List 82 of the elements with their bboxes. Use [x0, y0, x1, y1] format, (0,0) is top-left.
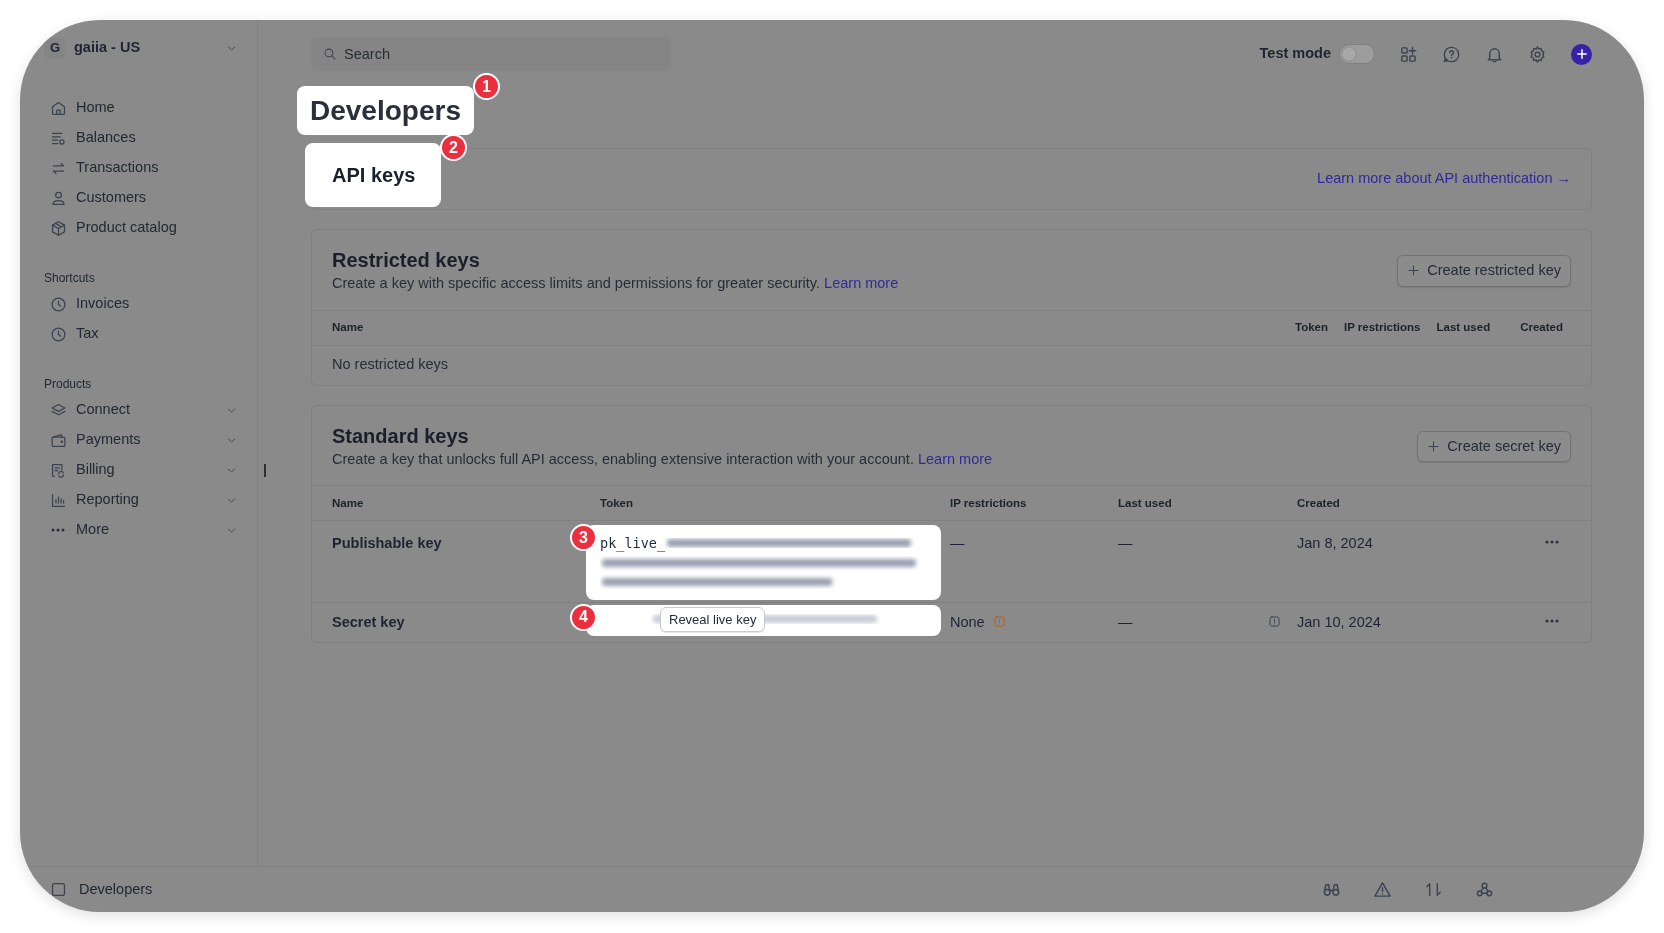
callout-number: 4 [570, 603, 597, 631]
plus-icon [1427, 439, 1441, 453]
ip-restrictions: None [950, 612, 985, 632]
created-date: Jan 8, 2024 [1297, 535, 1373, 552]
more-icon [1545, 540, 1559, 545]
clock-icon [50, 325, 67, 343]
column-header: Created [1297, 497, 1340, 510]
last-used: — [1118, 534, 1133, 554]
section-label: Products [44, 376, 93, 393]
more-icon [1545, 618, 1559, 623]
test-mode-toggle[interactable] [1339, 44, 1375, 64]
auth-docs-link[interactable]: Learn more about API authentication → [1317, 168, 1571, 190]
nav-item[interactable]: Invoices [76, 293, 237, 315]
column-header: Last used [1436, 320, 1491, 336]
page-title: Developers [297, 86, 474, 135]
learn-more-link[interactable]: Learn more [917, 450, 993, 467]
warning-button[interactable] [1373, 880, 1392, 899]
nav-item[interactable]: Product catalog [76, 217, 237, 239]
reveal-key-button[interactable]: Reveal live key [660, 606, 766, 632]
column-header: Name [332, 320, 365, 336]
column-header: IP restrictions [950, 497, 1027, 510]
box-icon [50, 219, 67, 237]
nav-item[interactable]: Billing [76, 459, 221, 481]
key-name: Secret key [332, 613, 405, 630]
more-icon [51, 528, 65, 532]
created-date: Jan 10, 2024 [1297, 613, 1381, 630]
plus-icon [1407, 264, 1421, 278]
column-header: IP restrictions [1344, 320, 1421, 336]
ip-restrictions: — [950, 534, 965, 554]
section-tab[interactable]: API keys [305, 143, 442, 207]
column-header: Token [600, 497, 633, 510]
section-description: Create a key with specific access limits and permissions for greater security. Learn more [332, 274, 899, 293]
receipt-icon [50, 461, 67, 479]
bar-chart-icon [50, 491, 67, 509]
webhook-button[interactable] [1475, 880, 1494, 899]
column-header: Last used [1118, 497, 1172, 510]
section-description: Create a key that unlocks full API access, enabling extensive interaction with your account. Learn more [332, 449, 993, 469]
create-key-button[interactable]: Create restricted key [1397, 255, 1571, 287]
nav-item[interactable]: Tax [76, 323, 237, 345]
settings-button[interactable] [1528, 44, 1547, 64]
nav-item[interactable]: Connect [76, 399, 221, 421]
sort-button[interactable] [1424, 880, 1443, 899]
home-icon [50, 99, 67, 117]
resize-handle[interactable] [264, 464, 266, 477]
clock-icon [50, 295, 67, 313]
section-label: Shortcuts [44, 270, 96, 287]
callout-number: 3 [570, 524, 597, 552]
nav-item[interactable]: Payments [76, 429, 221, 451]
callout-number: 2 [440, 134, 467, 161]
wallet-icon [50, 431, 67, 449]
more-actions-button[interactable] [1545, 618, 1559, 623]
callout-number: 1 [472, 73, 500, 100]
add-button[interactable] [1571, 43, 1592, 65]
square-icon [50, 881, 67, 898]
nav-item[interactable]: Reporting [76, 489, 221, 511]
search-icon [323, 47, 337, 61]
help-button[interactable] [1442, 44, 1461, 64]
person-icon [50, 189, 67, 207]
nav-item[interactable]: Balances [76, 127, 237, 149]
apps-button[interactable] [1399, 44, 1418, 64]
account-name[interactable]: gaiia - US [74, 37, 218, 59]
last-used: — [1118, 612, 1133, 632]
test-mode-label: Test mode [1259, 44, 1331, 64]
search-field[interactable]: Search [311, 37, 671, 71]
column-header: Token [1294, 320, 1328, 336]
section-title: Standard keys [332, 423, 470, 449]
create-key-button[interactable]: Create secret key [1417, 430, 1571, 463]
nav-item[interactable]: Transactions [76, 157, 237, 179]
key-name: Publishable key [332, 535, 442, 552]
nav-item[interactable]: Customers [76, 187, 237, 209]
column-header: Created [1520, 320, 1563, 336]
section-title: Restricted keys [332, 248, 481, 273]
nav-item[interactable]: More [76, 519, 221, 541]
footer-label: Developers [79, 879, 154, 899]
more-actions-button[interactable] [1545, 540, 1559, 545]
token-text: pk_live_ [600, 534, 666, 554]
column-header: Name [332, 497, 364, 510]
empty-state-text: No restricted keys [331, 354, 450, 374]
learn-more-link[interactable]: Learn more [824, 275, 899, 291]
account-avatar: G [44, 37, 66, 59]
nav-item[interactable]: Home [76, 97, 237, 119]
plus-icon [1575, 48, 1588, 60]
